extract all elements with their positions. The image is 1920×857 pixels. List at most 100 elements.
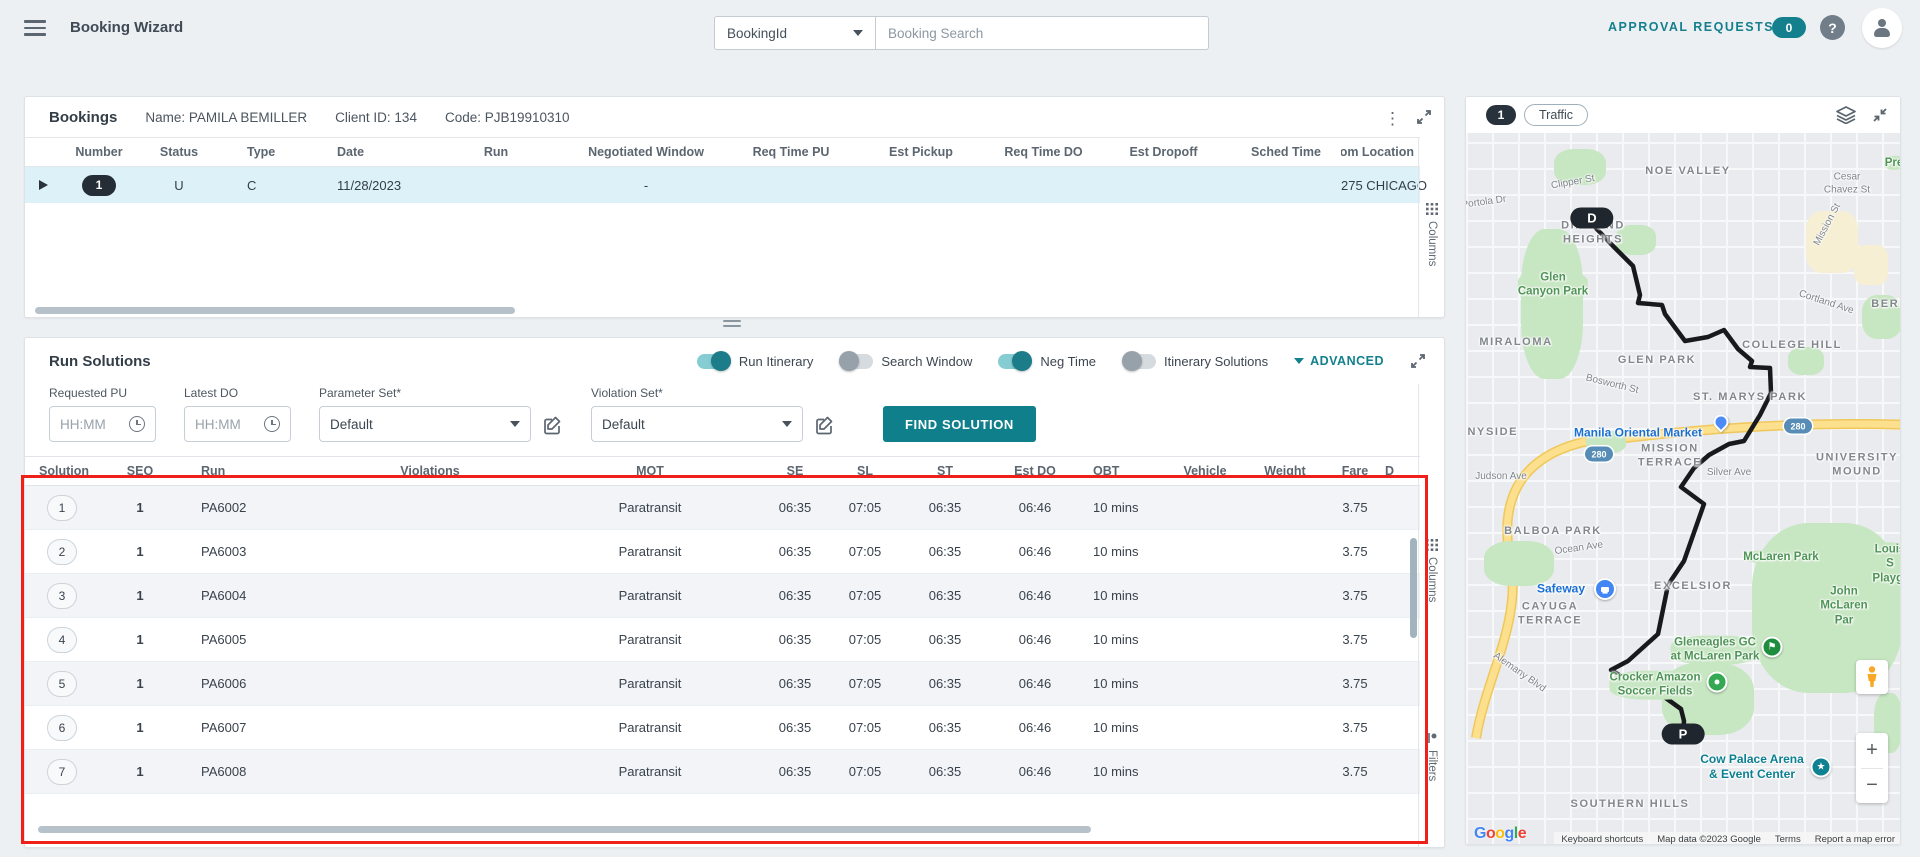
cell-se: 06:35 bbox=[778, 764, 812, 779]
column-header: Violations bbox=[400, 464, 460, 478]
columns-tab[interactable]: Columns bbox=[1419, 539, 1444, 602]
cell-mot: Paratransit bbox=[618, 764, 682, 779]
table-row[interactable]: 4 1 PA6005 Paratransit 06:35 07:05 06:35 06:46 1… bbox=[25, 618, 1420, 662]
column-header: Req Time DO bbox=[1004, 145, 1083, 159]
advanced-toggle[interactable]: ADVANCED bbox=[1294, 354, 1384, 368]
cell-se: 06:35 bbox=[778, 588, 812, 603]
toggle-switch[interactable] bbox=[839, 351, 874, 371]
toggle-switch[interactable] bbox=[998, 351, 1033, 371]
cell-vehicle bbox=[1165, 750, 1245, 793]
cell-solution: 6 bbox=[25, 706, 105, 749]
toggle-search-window[interactable]: Search Window bbox=[839, 351, 972, 371]
solution-badge[interactable]: 6 bbox=[47, 714, 77, 741]
more-options-icon[interactable]: ⋮ bbox=[1384, 109, 1401, 129]
client-id: Client ID: 134 bbox=[335, 109, 417, 125]
edit-violation-set-icon[interactable] bbox=[815, 415, 835, 435]
toggle-switch[interactable] bbox=[1122, 351, 1157, 371]
expand-row-icon[interactable] bbox=[38, 180, 48, 190]
table-row[interactable]: 6 1 PA6007 Paratransit 06:35 07:05 06:35 06:46 1… bbox=[25, 706, 1420, 750]
traffic-chip[interactable]: Traffic bbox=[1524, 104, 1589, 126]
layers-icon[interactable] bbox=[1836, 106, 1856, 124]
latest-do-input[interactable] bbox=[195, 416, 253, 432]
attribution-link[interactable]: Terms bbox=[1768, 834, 1808, 845]
map-label: Safeway bbox=[1536, 581, 1586, 596]
clock-icon[interactable] bbox=[129, 416, 145, 432]
attribution-link[interactable]: Keyboard shortcuts bbox=[1554, 834, 1650, 845]
horizontal-scrollbar[interactable] bbox=[35, 307, 515, 314]
attribution-link[interactable]: Report a map error bbox=[1808, 834, 1900, 845]
cell-vehicle bbox=[1165, 618, 1245, 661]
column-header: Sched Time bbox=[1251, 145, 1321, 159]
solution-badge[interactable]: 5 bbox=[47, 670, 77, 697]
table-row[interactable]: 7 1 PA6008 Paratransit 06:35 07:05 06:35 06:46 1… bbox=[25, 750, 1420, 794]
solution-badge[interactable]: 7 bbox=[47, 758, 77, 785]
edit-parameter-set-icon[interactable] bbox=[543, 415, 563, 435]
park-area bbox=[1788, 347, 1824, 375]
expand-icon[interactable] bbox=[1416, 109, 1432, 125]
expand-icon[interactable] bbox=[1410, 353, 1426, 369]
booking-row[interactable]: 1 U C 11/28/2023 - 275 CHICAGO bbox=[25, 167, 1427, 203]
grid-icon bbox=[1426, 203, 1438, 215]
search-field-select[interactable]: BookingId bbox=[714, 16, 876, 50]
collapse-icon[interactable] bbox=[1872, 107, 1888, 123]
solution-badge[interactable]: 3 bbox=[47, 582, 77, 609]
avatar[interactable] bbox=[1862, 8, 1902, 48]
attribution-link[interactable]: Map data ©2023 Google bbox=[1650, 834, 1768, 845]
toggle-knob bbox=[1012, 351, 1033, 371]
google-logo: Google bbox=[1474, 825, 1527, 842]
violation-set-select[interactable]: Default bbox=[591, 406, 803, 442]
table-row[interactable]: 5 1 PA6006 Paratransit 06:35 07:05 06:35 06:46 1… bbox=[25, 662, 1420, 706]
requested-pu-input[interactable] bbox=[60, 416, 118, 432]
bookings-header: Bookings Name: PAMILA BEMILLER Client ID… bbox=[25, 97, 1444, 137]
zoom-in-button[interactable]: + bbox=[1856, 733, 1888, 768]
clock-icon[interactable] bbox=[264, 416, 280, 432]
horizontal-scrollbar[interactable] bbox=[38, 826, 1091, 833]
cell-fare: 3.75 bbox=[1342, 588, 1368, 603]
pegman-control[interactable] bbox=[1856, 660, 1888, 694]
resize-handle[interactable] bbox=[723, 320, 741, 330]
search-input[interactable] bbox=[876, 16, 1209, 50]
toggle-switch[interactable] bbox=[696, 351, 731, 371]
toggle-neg-time[interactable]: Neg Time bbox=[998, 351, 1096, 371]
cell-seq: 1 bbox=[136, 544, 144, 559]
find-solution-button[interactable]: FIND SOLUTION bbox=[883, 406, 1036, 442]
toggle-itinerary-solutions[interactable]: Itinerary Solutions bbox=[1122, 351, 1269, 371]
zoom-out-button[interactable]: − bbox=[1856, 769, 1888, 804]
requested-pu-field[interactable] bbox=[49, 406, 156, 442]
table-row[interactable]: 1 1 PA6002 Paratransit 06:35 07:05 06:35 06:46 1… bbox=[25, 486, 1420, 530]
column-header: Est DO bbox=[1014, 464, 1056, 478]
dropoff-marker[interactable]: D bbox=[1570, 207, 1614, 229]
filter-icon bbox=[1428, 733, 1437, 743]
toggle-label: Itinerary Solutions bbox=[1164, 353, 1269, 369]
map[interactable]: NOE VALLEY Cesar Chavez St Mission St Clipp… bbox=[1466, 133, 1900, 845]
pickup-marker[interactable]: P bbox=[1661, 723, 1705, 745]
cell-solution: 2 bbox=[25, 530, 105, 573]
help-icon[interactable]: ? bbox=[1820, 15, 1845, 40]
toggle-run-itinerary[interactable]: Run Itinerary bbox=[696, 351, 813, 371]
menu-icon[interactable] bbox=[24, 20, 46, 36]
solution-badge[interactable]: 2 bbox=[47, 538, 77, 565]
solution-badge[interactable]: 4 bbox=[47, 626, 77, 653]
column-header: Date bbox=[337, 145, 365, 159]
cell-d bbox=[1385, 662, 1420, 705]
table-row[interactable]: 2 1 PA6003 Paratransit 06:35 07:05 06:35 06:46 1… bbox=[25, 530, 1420, 574]
parameter-set-select[interactable]: Default bbox=[319, 406, 531, 442]
table-row[interactable]: 3 1 PA6004 Paratransit 06:35 07:05 06:35 06:46 1… bbox=[25, 574, 1420, 618]
filters-tab[interactable]: Filters bbox=[1419, 732, 1444, 781]
map-label: BALBOA PARK bbox=[1504, 525, 1602, 538]
park-area bbox=[1554, 149, 1606, 185]
cell-sl: 07:05 bbox=[848, 588, 882, 603]
zoom-controls: + − bbox=[1856, 733, 1888, 803]
cell-vehicle bbox=[1165, 662, 1245, 705]
solution-badge[interactable]: 1 bbox=[47, 494, 77, 521]
cell-est-dropoff bbox=[1096, 167, 1231, 203]
park-area bbox=[1862, 295, 1900, 339]
cell-seq: 1 bbox=[136, 500, 144, 515]
approval-requests-link[interactable]: APPROVAL REQUESTS bbox=[1608, 20, 1774, 34]
column-header: Fare bbox=[1341, 464, 1369, 478]
latest-do-field[interactable] bbox=[184, 406, 291, 442]
requested-pu-label: Requested PU bbox=[49, 386, 128, 400]
vertical-scrollbar[interactable] bbox=[1410, 538, 1417, 638]
cell-run: PA6005 bbox=[201, 632, 247, 647]
columns-tab[interactable]: Columns bbox=[1419, 203, 1445, 266]
